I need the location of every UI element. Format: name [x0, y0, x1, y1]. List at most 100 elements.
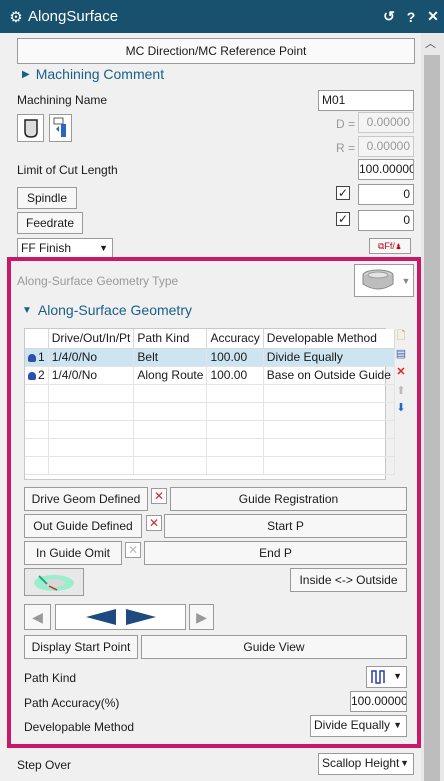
accuracy-cell: 100.00 [206, 348, 264, 367]
path-kind-cell: Along Route [133, 366, 208, 385]
d-value-field: 0.00000 [358, 112, 414, 133]
chevron-down-icon: ▼ [401, 275, 411, 286]
machining-name-label: Machining Name [17, 93, 108, 107]
expand-arrow-icon: ▶ [22, 68, 30, 80]
step-over-label: Step Over [17, 758, 72, 772]
row-number-cell: 1 [25, 348, 49, 367]
help-button[interactable]: ? [400, 9, 422, 25]
new-row-icon[interactable]: 🗋 [393, 328, 409, 344]
inside-outside-button[interactable]: Inside <-> Outside [290, 568, 407, 592]
triangle-right-icon: ▶ [196, 608, 207, 625]
direction-arrows-icon [85, 609, 156, 625]
empty-row [25, 402, 395, 421]
step-over-select[interactable]: Scallop Height ▼ [318, 753, 414, 775]
geometry-icon [28, 371, 36, 380]
table-header-cell[interactable]: Path Kind [133, 329, 208, 349]
window-title: AlongSurface [28, 8, 119, 25]
zigzag-path-icon [371, 670, 385, 684]
spindle-checkbox[interactable]: ✓ [336, 186, 350, 200]
finish-select-value: FF Finish [21, 241, 72, 255]
path-accuracy-input[interactable]: 100.00000 [350, 691, 407, 712]
gear-icon[interactable]: ⚙ [4, 8, 28, 26]
feedrate-checkbox[interactable]: ✓ [336, 212, 350, 226]
triangle-left-icon: ◀ [32, 608, 43, 625]
path-kind-select[interactable]: ▼ [366, 666, 407, 688]
start-p-button[interactable]: Start P [164, 514, 407, 538]
limit-input[interactable]: 100.00000 [358, 159, 414, 180]
geometry-type-label: Along-Surface Geometry Type [17, 274, 179, 288]
table-header-cell[interactable]: Accuracy [206, 329, 264, 349]
r-value-field: 0.00000 [358, 136, 414, 157]
chevron-down-icon: ▼ [393, 720, 402, 730]
table-header-cell [25, 329, 49, 349]
clear-out-guide-icon[interactable]: ✕ [146, 515, 162, 531]
collapse-arrow-icon: ▼ [22, 304, 32, 316]
table-row[interactable]: 1 1/4/0/No Belt 100.00 Divide Equally [25, 348, 395, 367]
machining-comment-header[interactable]: ▶ Machining Comment [22, 66, 164, 82]
developable-method-select[interactable]: Divide Equally ▼ [310, 715, 407, 737]
feedrate-input[interactable]: 0 [358, 210, 414, 231]
geometry-section-title: Along-Surface Geometry [37, 302, 192, 318]
in-guide-button[interactable]: In Guide Omit [24, 541, 122, 565]
table-header-row: Drive/Out/In/Pt Path Kind Accuracy Devel… [25, 329, 395, 349]
display-start-point-button[interactable]: Display Start Point [24, 635, 138, 659]
nav-next-button[interactable]: ▶ [189, 604, 214, 630]
tool-library-icon[interactable] [49, 114, 72, 142]
delete-row-icon[interactable]: ✕ [393, 364, 409, 380]
table-header-cell[interactable]: Drive/Out/In/Pt [48, 329, 135, 349]
r-label: R = [336, 141, 356, 155]
d-label: D = [336, 117, 356, 131]
method-cell: Divide Equally [263, 348, 395, 367]
out-guide-button[interactable]: Out Guide Defined [24, 514, 142, 538]
refresh-icon[interactable]: ↺ [378, 8, 400, 25]
vertical-scrollbar[interactable]: ︿ [421, 33, 444, 781]
surface-preview-icon[interactable] [24, 568, 84, 596]
row-number-cell: 2 [25, 366, 49, 385]
machining-name-input[interactable]: M01 [318, 90, 414, 111]
table-header-cell[interactable]: Developable Method [263, 329, 395, 349]
step-over-value: Scallop Height [322, 756, 400, 770]
machining-comment-label: Machining Comment [35, 66, 165, 82]
guide-view-button[interactable]: Guide View [141, 635, 407, 659]
geometry-icon [28, 353, 36, 362]
mc-direction-button[interactable]: MC Direction/MC Reference Point [17, 38, 415, 64]
drive-cell: 1/4/0/No [48, 348, 135, 367]
geometry-table[interactable]: Drive/Out/In/Pt Path Kind Accuracy Devel… [24, 328, 395, 480]
path-accuracy-label: Path Accuracy(%) [24, 696, 120, 710]
chevron-down-icon: ▼ [99, 243, 108, 253]
limit-label: Limit of Cut Length [17, 163, 118, 177]
end-p-button[interactable]: End P [144, 541, 407, 565]
feedrate-button[interactable]: Feedrate [17, 212, 83, 234]
path-kind-cell: Belt [133, 348, 208, 367]
move-down-icon[interactable]: ⬇ [393, 400, 409, 416]
drive-cell: 1/4/0/No [48, 366, 135, 385]
drive-geom-button[interactable]: Drive Geom Defined [24, 487, 148, 511]
table-row[interactable]: 2 1/4/0/No Along Route 100.00 Base on Ou… [25, 366, 395, 385]
move-up-icon: ⬆ [396, 385, 406, 397]
accuracy-cell: 100.00 [206, 366, 264, 385]
empty-row [25, 438, 395, 457]
developable-method-value: Divide Equally [314, 718, 391, 732]
close-button[interactable]: ✕ [422, 8, 444, 25]
edit-row-icon[interactable]: ▤ [393, 346, 409, 362]
nav-direction-display[interactable] [55, 604, 186, 630]
chevron-down-icon: ▼ [400, 758, 409, 768]
scrollbar-thumb[interactable] [424, 55, 440, 781]
empty-row [25, 420, 395, 439]
clear-in-guide-icon: ✕ [125, 542, 141, 558]
finish-select[interactable]: FF Finish ▼ [17, 238, 113, 258]
geometry-type-select[interactable]: ▼ [354, 264, 414, 297]
ff-button[interactable]: ⧉Ff/♟ [369, 238, 411, 254]
nav-prev-button[interactable]: ◀ [24, 604, 51, 630]
empty-row [25, 384, 395, 403]
title-bar: ⚙ AlongSurface ↺ ? ✕ [0, 0, 444, 33]
geometry-section-header[interactable]: ▼ Along-Surface Geometry [22, 302, 192, 318]
empty-row [25, 456, 395, 475]
spindle-button[interactable]: Spindle [17, 187, 77, 209]
scroll-up-icon[interactable]: ︿ [425, 35, 436, 51]
spindle-input[interactable]: 0 [358, 184, 414, 205]
tool-icon[interactable] [17, 114, 44, 142]
guide-registration-button[interactable]: Guide Registration [170, 487, 407, 511]
developable-method-label: Developable Method [24, 720, 135, 734]
clear-drive-icon[interactable]: ✕ [151, 488, 167, 504]
